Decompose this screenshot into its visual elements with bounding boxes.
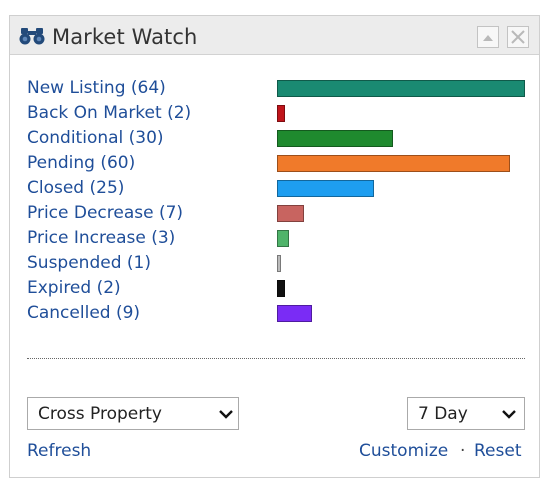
listing-status-link[interactable]: Conditional (30) (27, 127, 164, 149)
chevron-down-icon (502, 410, 516, 419)
listing-count-bar (277, 130, 393, 147)
period-value: 7 Day (418, 404, 468, 424)
collapse-up-button[interactable] (477, 26, 499, 48)
widget-title: Market Watch (52, 25, 198, 49)
binoculars-icon (19, 28, 45, 45)
close-icon (511, 30, 525, 44)
listing-status-link[interactable]: Price Decrease (7) (27, 202, 183, 224)
listing-count-bar (277, 155, 510, 172)
listing-count-bar (277, 105, 285, 122)
market-watch-widget: Market Watch New Listing (64) Back On Mar… (9, 15, 540, 478)
listing-status-link[interactable]: New Listing (64) (27, 77, 166, 99)
property-type-value: Cross Property (38, 404, 162, 424)
property-type-select[interactable]: Cross Property (27, 397, 239, 430)
listing-count-bar (277, 280, 285, 297)
listing-count-bar (277, 305, 312, 322)
refresh-link[interactable]: Refresh (27, 441, 91, 461)
listing-count-bar (277, 255, 281, 272)
collapse-up-icon (483, 35, 493, 41)
period-select[interactable]: 7 Day (407, 397, 525, 430)
listing-count-bar (277, 230, 289, 247)
listing-status-link[interactable]: Closed (25) (27, 177, 124, 199)
chevron-down-icon (219, 410, 233, 419)
listing-status-link[interactable]: Pending (60) (27, 152, 135, 174)
close-button[interactable] (507, 26, 529, 48)
reset-link[interactable]: Reset (474, 441, 522, 461)
listing-status-link[interactable]: Price Increase (3) (27, 227, 175, 249)
customize-link[interactable]: Customize (359, 441, 448, 461)
listing-status-link[interactable]: Suspended (1) (27, 252, 151, 274)
listing-status-link[interactable]: Expired (2) (27, 277, 121, 299)
listing-count-bar (277, 80, 525, 97)
listing-status-link[interactable]: Back On Market (2) (27, 102, 191, 124)
listing-count-bar (277, 205, 304, 222)
divider (27, 358, 525, 359)
widget-header: Market Watch (10, 16, 539, 55)
link-separator: · (460, 441, 466, 461)
listing-count-bar (277, 180, 374, 197)
listing-status-link[interactable]: Cancelled (9) (27, 302, 140, 324)
